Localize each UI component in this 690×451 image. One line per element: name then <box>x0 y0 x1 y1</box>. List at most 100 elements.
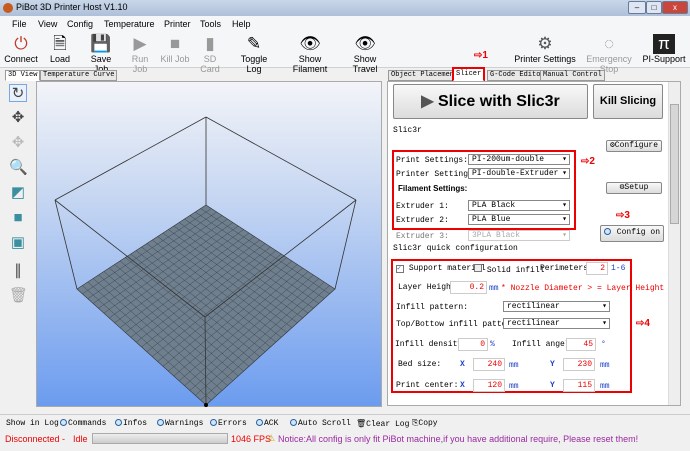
menu-printer[interactable]: Printer <box>164 19 191 29</box>
app-icon <box>3 3 13 13</box>
close-button[interactable]: x <box>662 1 688 14</box>
clear-log-button[interactable]: 🗑Clear Log <box>356 419 409 429</box>
minimize-button[interactable]: – <box>628 1 646 14</box>
log-ack-toggle[interactable]: ACK <box>256 419 278 428</box>
setup-button[interactable]: ⚙Setup <box>606 182 662 194</box>
infill-density-label: Infill density <box>395 340 463 349</box>
log-auto-scroll-toggle[interactable]: Auto Scroll <box>290 419 351 428</box>
copy-button[interactable]: ⎘Copy <box>412 419 438 428</box>
kill-job-button[interactable]: ■ Kill Job <box>160 34 190 64</box>
reset-view-icon[interactable]: ↻ <box>9 84 27 102</box>
3d-viewport[interactable] <box>36 81 382 407</box>
tab-manual-control[interactable]: Manual Control <box>540 70 605 81</box>
sd-card-icon: ▮ <box>205 34 215 53</box>
extruder2-label: Extruder 2: <box>396 216 449 225</box>
tab-temperature-curve[interactable]: Temperature Curve <box>40 70 118 81</box>
bed-y-input[interactable]: 230 <box>563 358 595 371</box>
annotation-2: ⇨2 <box>581 156 595 167</box>
infill-density-input[interactable]: 0 <box>458 338 488 351</box>
infill-angle-label: Infill angel <box>512 340 570 349</box>
printer-settings-button[interactable]: ⚙ Printer Settings <box>514 34 576 64</box>
menu-tools[interactable]: Tools <box>200 19 221 29</box>
pi-support-button[interactable]: π PI-Support <box>640 34 688 64</box>
printer-state: Idle <box>73 434 88 444</box>
slicer-panel: ▶ Slice with Slic3r Kill Slicing Slic3r … <box>387 81 681 406</box>
stop-icon: ■ <box>169 34 181 53</box>
toggle-log-button[interactable]: ✎ Toggle Log <box>232 34 276 74</box>
file-icon: 🗎 <box>53 34 67 53</box>
layer-height-note: * Nozzle Diameter > = Layer Height <box>501 284 665 293</box>
cube-view-icon[interactable]: ◩ <box>9 184 27 202</box>
extruder2-select[interactable]: PLA Blue <box>468 214 570 225</box>
extruder3-select[interactable]: 3PLA Black <box>468 230 570 241</box>
run-job-button[interactable]: ▶ Run Job <box>124 34 156 74</box>
tab-slicer[interactable]: Slicer <box>452 67 486 82</box>
tab-object-placement[interactable]: Object Placement <box>388 70 462 81</box>
infill-pattern-label: Infill pattern: <box>396 303 469 312</box>
solid-infill-checkbox[interactable]: Solid infill <box>474 264 544 275</box>
bed-x-input[interactable]: 240 <box>473 358 505 371</box>
warning-icon: ⚠ <box>267 433 276 443</box>
infill-angle-input[interactable]: 45 <box>566 338 596 351</box>
gears-icon: ⚙ <box>537 34 553 53</box>
print-settings-select[interactable]: PI-200um-double <box>468 154 570 165</box>
connect-button[interactable]: ⏻ Connect <box>4 34 38 64</box>
annotation-1: ⇨1 <box>474 50 488 61</box>
move-object-icon[interactable]: ✥ <box>9 134 27 152</box>
progress-bar <box>92 433 228 444</box>
bed-size-label: Bed size: <box>398 360 442 369</box>
show-travel-button[interactable]: 👁 Show Travel <box>341 34 389 74</box>
trash-icon[interactable]: 🗑 <box>9 287 28 305</box>
toolbar: ⏻ Connect 🗎 Load 💾 Save Job ▶ Run Job ■ Kill … <box>0 32 690 74</box>
layer-height-input[interactable]: 0.2 <box>450 281 487 294</box>
pencil-icon: ✎ <box>246 34 262 53</box>
log-commands-toggle[interactable]: Commands <box>60 419 106 428</box>
log-warnings-toggle[interactable]: Warnings <box>157 419 203 428</box>
parallel-icon[interactable]: ∥ <box>9 262 27 280</box>
infill-pattern-select[interactable]: rectilinear <box>503 301 610 312</box>
save-job-button[interactable]: 💾 Save Job <box>83 34 119 74</box>
menu-view[interactable]: View <box>38 19 57 29</box>
vertical-scrollbar[interactable] <box>668 82 680 405</box>
status-separator: - <box>62 434 65 444</box>
tab-gcode-editor[interactable]: G-Code Editor <box>487 70 548 81</box>
support-material-checkbox[interactable]: ✓ Support material <box>396 264 486 273</box>
center-y-input[interactable]: 115 <box>563 379 595 392</box>
load-button[interactable]: 🗎 Load <box>46 34 74 64</box>
menu-help[interactable]: Help <box>232 19 251 29</box>
slice-with-slic3r-button[interactable]: ▶ Slice with Slic3r <box>393 84 588 119</box>
extruder3-label: Extruder 3: <box>396 232 449 241</box>
connection-status: Disconnected <box>5 434 60 444</box>
topbottom-pattern-select[interactable]: rectilinear <box>503 318 610 329</box>
log-infos-toggle[interactable]: Infos <box>115 419 147 428</box>
menu-file[interactable]: File <box>12 19 27 29</box>
extruder1-select[interactable]: PLA Black <box>468 200 570 211</box>
emergency-stop-button[interactable]: ◌ Emergency Stop <box>580 34 638 74</box>
top-view-icon[interactable]: ▣ <box>9 234 27 252</box>
annotation-4: ⇨4 <box>636 318 650 329</box>
origin-marker <box>204 403 208 407</box>
log-errors-toggle[interactable]: Errors <box>210 419 247 428</box>
play-icon: ▶ <box>421 93 438 110</box>
printer-settings-select[interactable]: PI-double-Extruder <box>468 168 570 179</box>
move-icon[interactable]: ✥ <box>9 109 27 127</box>
perimeters-input[interactable]: 2 <box>586 262 608 275</box>
bed-y-label: Y <box>550 360 555 369</box>
sd-card-button[interactable]: ▮ SD Card <box>194 34 226 74</box>
zoom-icon[interactable]: 🔍 <box>9 159 28 177</box>
config-on-button[interactable]: Config on <box>600 225 664 242</box>
tab-3d-view[interactable]: 3D View <box>5 70 41 81</box>
configure-button[interactable]: ⚙Configure <box>606 140 662 152</box>
perimeters-range: 1-6 <box>611 264 626 273</box>
scrollbar-thumb[interactable] <box>670 104 679 224</box>
center-x-input[interactable]: 120 <box>473 379 505 392</box>
menu-config[interactable]: Config <box>67 19 93 29</box>
status-bar: Disconnected - Idle 1046 FPS ⚠ Notice:Al… <box>0 431 690 451</box>
kill-slicing-button[interactable]: Kill Slicing <box>593 84 663 119</box>
trash-icon: 🗑 <box>356 420 367 429</box>
maximize-button[interactable]: □ <box>646 1 662 14</box>
show-filament-button[interactable]: 👁 Show Filament <box>282 34 338 74</box>
front-view-icon[interactable]: ■ <box>9 209 27 227</box>
show-in-log-label: Show in Log: <box>6 419 64 428</box>
menu-temperature[interactable]: Temperature <box>104 19 155 29</box>
